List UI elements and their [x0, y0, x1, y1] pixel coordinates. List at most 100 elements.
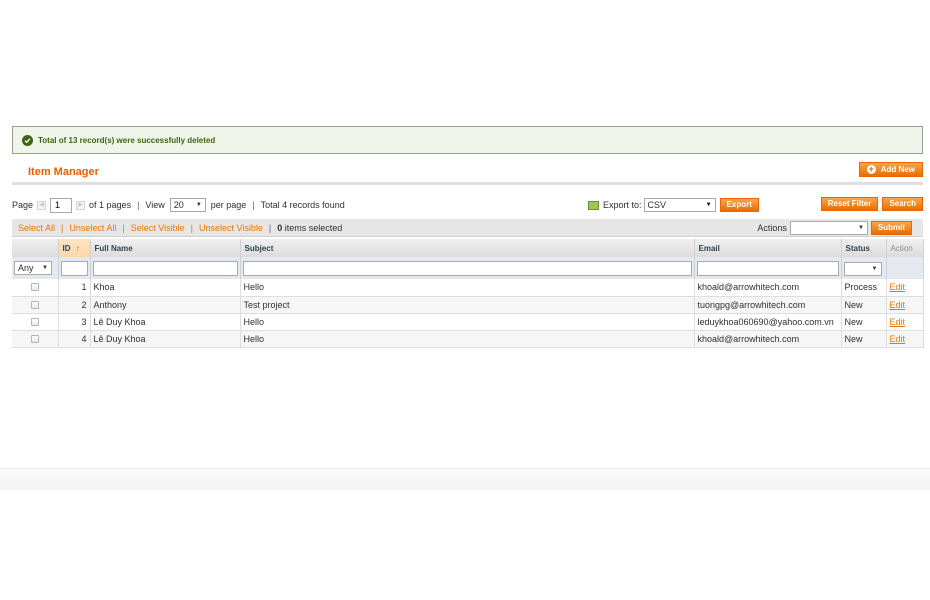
next-page-icon[interactable]: ▶	[76, 200, 86, 210]
cell-email: leduykhoa060690@yahoo.com.vn	[694, 313, 842, 331]
table-row[interactable]: 2 Anthony Test project tuongpg@arrowhitech.…	[12, 296, 924, 314]
check-icon	[22, 134, 33, 146]
selected-count: 0	[277, 222, 283, 233]
massaction-separator: |	[268, 222, 272, 233]
cell-subject: Hello	[240, 330, 695, 348]
cell-action: Edit	[886, 330, 924, 348]
row-checkbox-cell	[12, 296, 59, 314]
table-row[interactable]: 3 Lê Duy Khoa Hello leduykhoa060690@yahoo.c…	[12, 313, 924, 331]
filter-status-cell: ▼	[841, 257, 887, 279]
unselect-all-link[interactable]: Unselect All	[69, 223, 116, 233]
cell-email: khoald@arrowhitech.com	[694, 279, 842, 297]
filter-id-input[interactable]	[60, 260, 88, 276]
page-header: Item Manager + Add New	[12, 161, 923, 185]
items-table: ID ↑ Full Name Subject Email Status Acti…	[12, 239, 924, 348]
row-checkbox-cell	[12, 313, 59, 331]
export-format-select[interactable]: CSV ▼	[643, 198, 716, 212]
unselect-visible-link[interactable]: Unselect Visible	[199, 223, 263, 233]
edit-link[interactable]: Edit	[890, 300, 906, 310]
export-button[interactable]: Export	[719, 198, 759, 212]
page-label: Page	[12, 200, 34, 210]
cell-full-name: Lê Duy Khoa	[90, 313, 241, 331]
chevron-down-icon: ▼	[871, 265, 878, 272]
select-all-link[interactable]: Select All	[18, 223, 55, 233]
chevron-down-icon: ▼	[195, 202, 202, 208]
filter-subject-cell	[240, 257, 695, 279]
actions-group: Actions ▼ Submit	[757, 221, 912, 235]
massaction-bar: Select All | Unselect All | Select Visib…	[12, 219, 923, 237]
filter-select-any[interactable]: Any ▼	[14, 261, 52, 275]
cell-status: New	[841, 313, 887, 331]
table-row[interactable]: 4 Lê Duy Khoa Hello khoald@arrowhitech.com N…	[12, 330, 924, 348]
page-input[interactable]	[50, 197, 73, 213]
cell-action: Edit	[886, 313, 924, 331]
edit-link[interactable]: Edit	[890, 334, 906, 344]
add-new-button[interactable]: + Add New	[858, 162, 923, 177]
cell-full-name: Lê Duy Khoa	[90, 330, 241, 348]
page-title: Item Manager	[28, 166, 99, 178]
filter-email-cell	[694, 257, 842, 279]
filter-subject-input[interactable]	[242, 260, 692, 276]
filter-buttons: Reset Filter Search	[820, 197, 923, 211]
row-checkbox[interactable]	[30, 334, 39, 343]
cell-full-name: Anthony	[90, 296, 241, 314]
records-found-text: Total 4 records found	[260, 200, 345, 210]
column-header-action: Action	[886, 239, 924, 257]
cell-email: khoald@arrowhitech.com	[694, 330, 842, 348]
column-header-status[interactable]: Status	[841, 239, 887, 257]
actions-select[interactable]: ▼	[789, 221, 868, 235]
cell-subject: Test project	[240, 296, 695, 314]
chevron-down-icon: ▼	[857, 225, 864, 231]
row-checkbox-cell	[12, 279, 59, 297]
per-page-value: 20	[173, 200, 184, 210]
reset-filter-button[interactable]: Reset Filter	[820, 197, 879, 211]
cell-action: Edit	[886, 279, 924, 297]
row-checkbox-cell	[12, 330, 59, 348]
view-label: View	[145, 200, 165, 210]
submit-button[interactable]: Submit	[870, 221, 912, 235]
of-pages-text: of 1 pages	[89, 200, 132, 210]
footer-band	[0, 468, 930, 490]
filter-email-input[interactable]	[696, 260, 839, 276]
massaction-separator: |	[122, 222, 125, 233]
export-label: Export to:	[603, 200, 642, 210]
row-checkbox[interactable]	[30, 317, 39, 326]
select-visible-link[interactable]: Select Visible	[131, 223, 185, 233]
success-message: Total of 13 record(s) were successfully …	[12, 126, 923, 154]
export-icon	[588, 200, 599, 210]
cell-status: New	[841, 296, 887, 314]
filter-checkbox-cell: Any ▼	[12, 257, 59, 279]
table-row[interactable]: 1 Khoa Hello khoald@arrowhitech.com Process E…	[12, 279, 924, 297]
filter-id-cell	[58, 257, 91, 279]
cell-email: tuongpg@arrowhitech.com	[694, 296, 842, 314]
row-checkbox[interactable]	[30, 283, 39, 292]
column-header-full-name[interactable]: Full Name	[90, 239, 241, 257]
cell-status: New	[841, 330, 887, 348]
massaction-separator: |	[61, 222, 64, 233]
column-header-id[interactable]: ID ↑	[58, 239, 91, 257]
per-page-label: per page	[210, 200, 247, 210]
filter-any-value: Any	[18, 263, 34, 273]
cell-id: 3	[58, 313, 91, 331]
column-header-email[interactable]: Email	[694, 239, 842, 257]
row-checkbox[interactable]	[30, 300, 39, 309]
per-page-select[interactable]: 20 ▼	[169, 198, 206, 212]
search-button[interactable]: Search	[882, 197, 923, 211]
plus-icon: +	[866, 164, 876, 174]
filter-full-name-input[interactable]	[92, 260, 238, 276]
chevron-down-icon: ▼	[42, 265, 48, 271]
header-checkbox-col	[12, 239, 59, 257]
filter-action-cell	[886, 257, 924, 279]
column-header-subject[interactable]: Subject	[240, 239, 695, 257]
cell-action: Edit	[886, 296, 924, 314]
column-header-id-label: ID	[62, 243, 71, 253]
selected-label: items selected	[284, 222, 343, 233]
edit-link[interactable]: Edit	[890, 282, 906, 292]
filter-status-select[interactable]: ▼	[843, 261, 882, 276]
massaction-separator: |	[190, 222, 193, 233]
sort-ascending-icon: ↑	[75, 243, 80, 253]
cell-id: 2	[58, 296, 91, 314]
export-format-value: CSV	[647, 200, 667, 210]
prev-page-icon[interactable]: ◀	[37, 200, 47, 210]
edit-link[interactable]: Edit	[890, 317, 906, 327]
